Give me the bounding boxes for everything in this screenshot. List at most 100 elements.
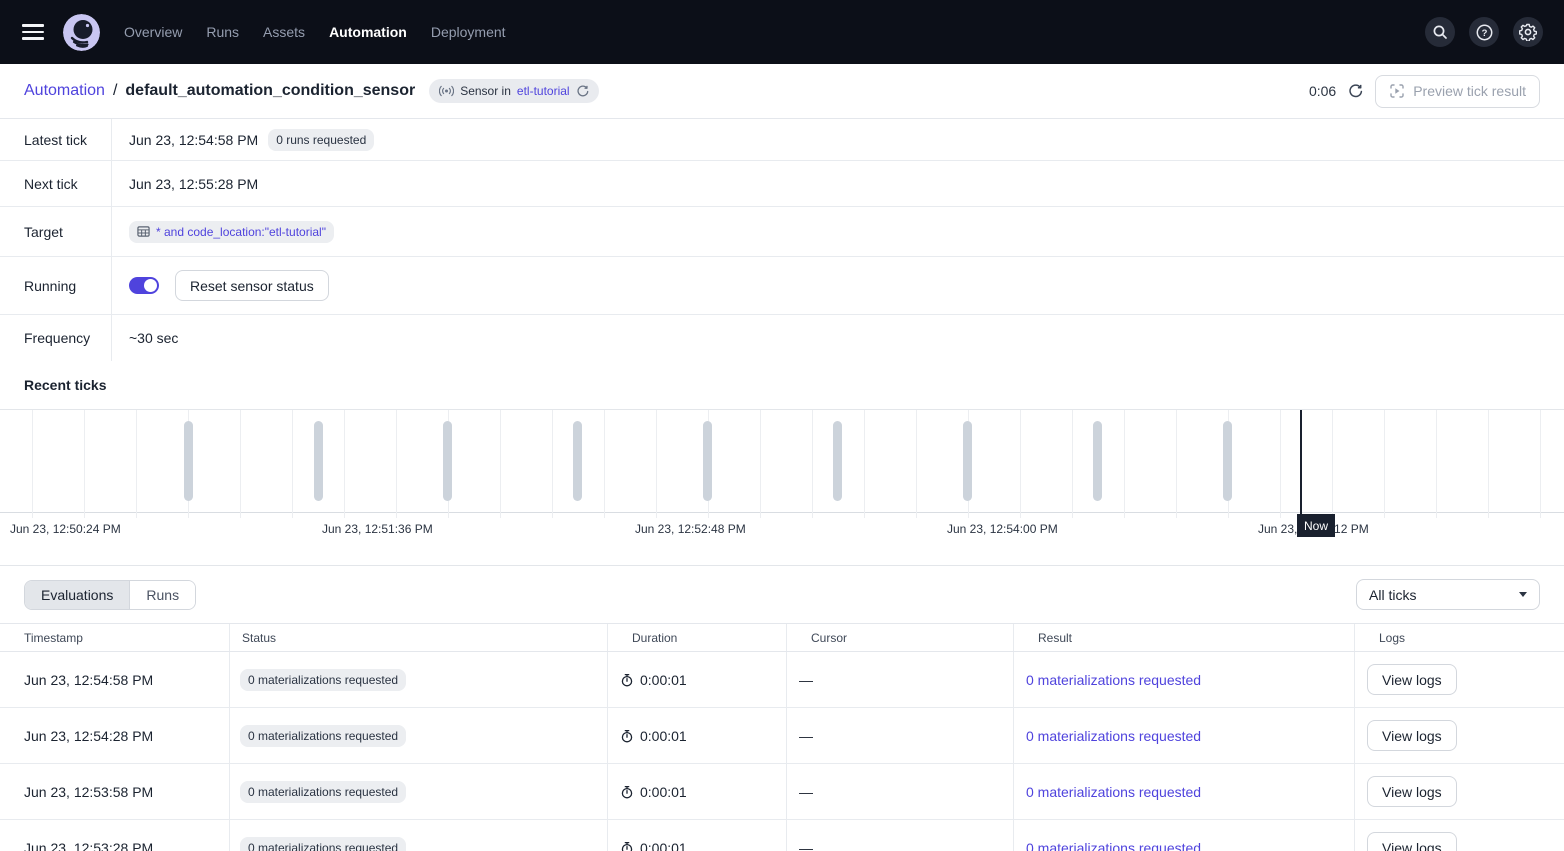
nav-item-deployment[interactable]: Deployment bbox=[431, 24, 506, 40]
timeline-gridline bbox=[1384, 410, 1385, 518]
frequency-label: Frequency bbox=[0, 315, 112, 361]
tick-bar[interactable] bbox=[703, 421, 712, 501]
refresh-icon[interactable] bbox=[1348, 84, 1363, 99]
nav-items: Overview Runs Assets Automation Deployme… bbox=[124, 24, 506, 40]
preview-icon bbox=[1389, 83, 1405, 99]
refresh-countdown: 0:06 bbox=[1309, 83, 1336, 99]
status-badge: 0 materializations requested bbox=[240, 669, 406, 691]
nav-item-runs[interactable]: Runs bbox=[206, 24, 239, 40]
now-line bbox=[1300, 410, 1302, 522]
timeline-gridline bbox=[760, 410, 761, 518]
timeline-gridline bbox=[32, 410, 33, 518]
timeline-gridline bbox=[1540, 410, 1541, 518]
menu-icon[interactable] bbox=[22, 20, 46, 44]
result-link[interactable]: 0 materializations requested bbox=[1026, 672, 1201, 688]
tick-bar[interactable] bbox=[184, 421, 193, 501]
evaluations-table: Timestamp Status Duration Cursor Result … bbox=[0, 623, 1564, 851]
table-row: Jun 23, 12:53:28 PM 0 materializations r… bbox=[0, 820, 1564, 851]
asset-selection-badge[interactable]: * and code_location:"etl-tutorial" bbox=[129, 221, 334, 243]
view-logs-button[interactable]: View logs bbox=[1367, 664, 1457, 695]
sensor-icon bbox=[439, 85, 454, 97]
view-logs-button[interactable]: View logs bbox=[1367, 776, 1457, 807]
table-row: Jun 23, 12:53:58 PM 0 materializations r… bbox=[0, 764, 1564, 820]
breadcrumb-bar: Automation / default_automation_conditio… bbox=[0, 64, 1564, 119]
settings-gear-icon[interactable] bbox=[1513, 17, 1543, 47]
search-icon[interactable] bbox=[1425, 17, 1455, 47]
sensor-location-badge: Sensor in etl-tutorial bbox=[429, 79, 598, 103]
dagster-logo-icon[interactable] bbox=[63, 14, 100, 51]
tab-evaluations[interactable]: Evaluations bbox=[25, 581, 129, 609]
timeline-gridline bbox=[136, 410, 137, 518]
tick-bar[interactable] bbox=[443, 421, 452, 501]
view-logs-button[interactable]: View logs bbox=[1367, 832, 1457, 851]
frequency-value: ~30 sec bbox=[129, 330, 178, 346]
breadcrumb-automation-link[interactable]: Automation bbox=[24, 82, 105, 100]
tick-bar[interactable] bbox=[1093, 421, 1102, 501]
timeline-gridline bbox=[1072, 410, 1073, 518]
timeline-gridline bbox=[812, 410, 813, 518]
timeline-gridline bbox=[240, 410, 241, 518]
running-toggle[interactable] bbox=[129, 277, 159, 294]
tick-bar[interactable] bbox=[1223, 421, 1232, 501]
timeline-gridline bbox=[1280, 410, 1281, 518]
breadcrumb-separator: / bbox=[113, 82, 117, 100]
table-row: Jun 23, 12:54:28 PM 0 materializations r… bbox=[0, 708, 1564, 764]
tick-bar[interactable] bbox=[314, 421, 323, 501]
nav-item-assets[interactable]: Assets bbox=[263, 24, 305, 40]
next-tick-label: Next tick bbox=[0, 161, 112, 206]
recent-ticks-heading: Recent ticks bbox=[0, 361, 1564, 409]
tick-filter-dropdown[interactable]: All ticks bbox=[1356, 579, 1540, 610]
tabs-row: Evaluations Runs All ticks bbox=[0, 566, 1564, 623]
timeline-gridline bbox=[1176, 410, 1177, 518]
result-link[interactable]: 0 materializations requested bbox=[1026, 840, 1201, 851]
stopwatch-icon bbox=[620, 729, 634, 743]
timeline-gridline bbox=[1020, 410, 1021, 518]
tick-timestamp: Jun 23, 12:54:58 PM bbox=[0, 652, 230, 707]
nav-item-automation[interactable]: Automation bbox=[329, 24, 407, 40]
col-logs: Logs bbox=[1355, 624, 1564, 651]
help-icon[interactable]: ? bbox=[1469, 17, 1499, 47]
stopwatch-icon bbox=[620, 673, 634, 687]
tick-timestamp: Jun 23, 12:53:58 PM bbox=[0, 764, 230, 819]
frequency-row: Frequency ~30 sec bbox=[0, 315, 1564, 361]
status-badge: 0 materializations requested bbox=[240, 837, 406, 851]
code-location-link[interactable]: etl-tutorial bbox=[517, 84, 570, 98]
tab-runs[interactable]: Runs bbox=[129, 581, 195, 609]
sensor-details: Latest tick Jun 23, 12:54:58 PM 0 runs r… bbox=[0, 119, 1564, 361]
timeline-axis-label: Jun 23, 12:52:48 PM bbox=[635, 520, 747, 538]
stopwatch-icon bbox=[620, 841, 634, 851]
cursor-value: — bbox=[787, 820, 1014, 851]
col-duration: Duration bbox=[608, 624, 787, 651]
nav-item-overview[interactable]: Overview bbox=[124, 24, 182, 40]
nav-right-actions: ? bbox=[1425, 17, 1543, 47]
result-link[interactable]: 0 materializations requested bbox=[1026, 728, 1201, 744]
reset-sensor-status-button[interactable]: Reset sensor status bbox=[175, 270, 329, 301]
timeline-gridline bbox=[500, 410, 501, 518]
result-link[interactable]: 0 materializations requested bbox=[1026, 784, 1201, 800]
tick-bar[interactable] bbox=[833, 421, 842, 501]
latest-tick-status-badge: 0 runs requested bbox=[268, 129, 374, 151]
tick-timestamp: Jun 23, 12:53:28 PM bbox=[0, 820, 230, 851]
timeline-gridline bbox=[552, 410, 553, 518]
timeline-gridline bbox=[1124, 410, 1125, 518]
latest-tick-row: Latest tick Jun 23, 12:54:58 PM 0 runs r… bbox=[0, 119, 1564, 161]
timeline-gridline bbox=[344, 410, 345, 518]
col-result: Result bbox=[1014, 624, 1355, 651]
timeline-axis-label: Jun 23, 12:51:36 PM bbox=[322, 520, 434, 538]
top-nav: Overview Runs Assets Automation Deployme… bbox=[0, 0, 1564, 64]
preview-tick-result-button[interactable]: Preview tick result bbox=[1375, 75, 1540, 108]
status-badge: 0 materializations requested bbox=[240, 725, 406, 747]
asset-selection-text[interactable]: * and code_location:"etl-tutorial" bbox=[156, 225, 326, 239]
timeline-gridline bbox=[84, 410, 85, 518]
view-logs-button[interactable]: View logs bbox=[1367, 720, 1457, 751]
tick-bar[interactable] bbox=[573, 421, 582, 501]
next-tick-row: Next tick Jun 23, 12:55:28 PM bbox=[0, 161, 1564, 207]
reload-location-icon[interactable] bbox=[576, 85, 589, 98]
timeline-gridline bbox=[1488, 410, 1489, 518]
timeline-gridline bbox=[864, 410, 865, 518]
page-title: default_automation_condition_sensor bbox=[125, 82, 415, 100]
tick-timeline[interactable] bbox=[0, 409, 1564, 513]
timeline-gridline bbox=[1332, 410, 1333, 518]
tick-timestamp: Jun 23, 12:54:28 PM bbox=[0, 708, 230, 763]
tick-bar[interactable] bbox=[963, 421, 972, 501]
